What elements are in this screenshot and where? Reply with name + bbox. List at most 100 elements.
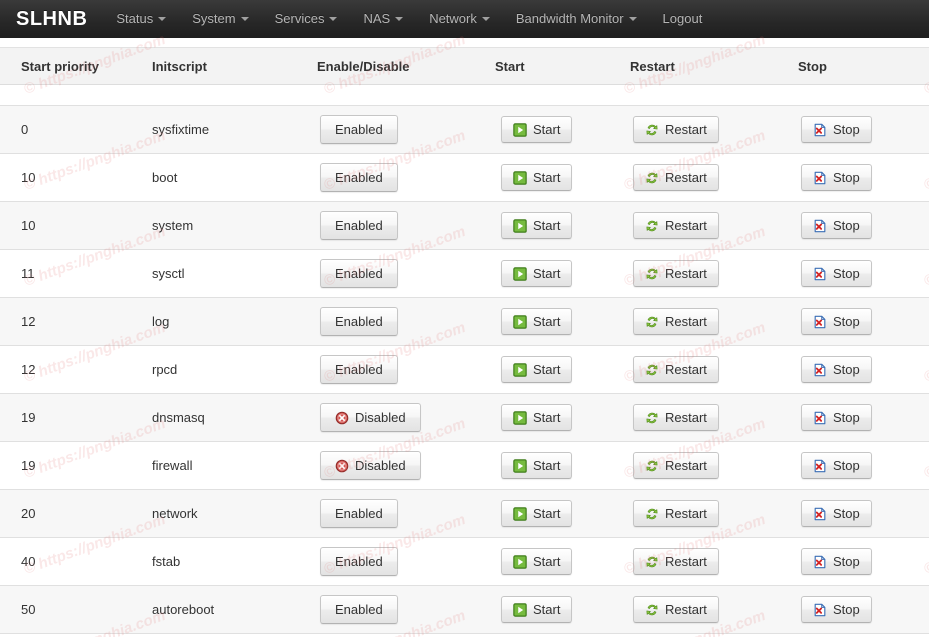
nav-item-services[interactable]: Services	[262, 0, 351, 38]
red-x-page-icon	[813, 411, 827, 425]
cell-start-priority: 19	[0, 393, 152, 442]
restart-button[interactable]: Restart	[633, 164, 719, 191]
enable-toggle-button[interactable]: Enabled	[320, 211, 398, 240]
state-label: Enabled	[335, 314, 383, 329]
table-row: 12 log Enabled Start Restart Stop	[0, 297, 929, 346]
green-refresh-icon	[645, 459, 659, 473]
red-x-page-icon	[813, 219, 827, 233]
cell-start-priority: 10	[0, 153, 152, 202]
restart-button[interactable]: Restart	[633, 452, 719, 479]
restart-button[interactable]: Restart	[633, 356, 719, 383]
enable-toggle-button[interactable]: Enabled	[320, 115, 398, 144]
stop-button[interactable]: Stop	[801, 308, 872, 335]
start-button[interactable]: Start	[501, 116, 573, 143]
restart-button[interactable]: Restart	[633, 500, 719, 527]
start-button[interactable]: Start	[501, 596, 573, 623]
disable-toggle-button[interactable]: Disabled	[320, 451, 421, 480]
table-row: 40 fstab Enabled Start Restart Stop	[0, 537, 929, 586]
red-x-page-icon	[813, 363, 827, 377]
enable-toggle-button[interactable]: Enabled	[320, 355, 398, 384]
stop-button[interactable]: Stop	[801, 452, 872, 479]
start-label: Start	[533, 218, 561, 233]
enable-toggle-button[interactable]: Enabled	[320, 307, 398, 336]
restart-button[interactable]: Restart	[633, 260, 719, 287]
start-button[interactable]: Start	[501, 212, 573, 239]
cell-start-priority: 40	[0, 537, 152, 586]
cell-start-priority: 19	[0, 441, 152, 490]
restart-button[interactable]: Restart	[633, 596, 719, 623]
stop-button[interactable]: Stop	[801, 212, 872, 239]
start-button[interactable]: Start	[501, 164, 573, 191]
initscripts-table: Start priority Initscript Enable/Disable…	[0, 47, 929, 634]
cell-stop: Stop	[798, 585, 929, 634]
restart-button[interactable]: Restart	[633, 308, 719, 335]
brand-logo[interactable]: SLHNB	[12, 0, 103, 38]
nav-item-bandwidth-monitor[interactable]: Bandwidth Monitor	[503, 0, 650, 38]
stop-button[interactable]: Stop	[801, 548, 872, 575]
enable-toggle-button[interactable]: Enabled	[320, 499, 398, 528]
table-head: Start priority Initscript Enable/Disable…	[0, 47, 929, 85]
nav-item-status[interactable]: Status	[103, 0, 179, 38]
start-button[interactable]: Start	[501, 500, 573, 527]
enable-toggle-button[interactable]: Enabled	[320, 259, 398, 288]
stop-button[interactable]: Stop	[801, 164, 872, 191]
cell-enable-disable: Enabled	[317, 297, 495, 346]
cell-start: Start	[495, 441, 630, 490]
nav-item-system[interactable]: System	[179, 0, 261, 38]
stop-button[interactable]: Stop	[801, 404, 872, 431]
cell-start: Start	[495, 249, 630, 298]
restart-button[interactable]: Restart	[633, 212, 719, 239]
stop-button[interactable]: Stop	[801, 596, 872, 623]
chevron-down-icon	[395, 17, 404, 21]
disable-toggle-button[interactable]: Disabled	[320, 403, 421, 432]
nav-item-label: Network	[429, 11, 477, 26]
cell-start: Start	[495, 297, 630, 346]
nav-item-logout[interactable]: Logout	[650, 0, 716, 38]
column-header-initscript: Initscript	[152, 47, 317, 85]
chevron-down-icon	[240, 17, 249, 21]
restart-button[interactable]: Restart	[633, 548, 719, 575]
restart-button[interactable]: Restart	[633, 404, 719, 431]
cell-restart: Restart	[630, 585, 798, 634]
start-button[interactable]: Start	[501, 260, 573, 287]
cell-initscript: firewall	[152, 441, 317, 490]
state-label: Enabled	[335, 122, 383, 137]
start-button[interactable]: Start	[501, 404, 573, 431]
stop-button[interactable]: Stop	[801, 260, 872, 287]
enable-toggle-button[interactable]: Enabled	[320, 163, 398, 192]
column-header-start: Start	[495, 47, 630, 85]
start-label: Start	[533, 314, 561, 329]
green-refresh-icon	[645, 267, 659, 281]
start-button[interactable]: Start	[501, 308, 573, 335]
stop-button[interactable]: Stop	[801, 356, 872, 383]
restart-button[interactable]: Restart	[633, 116, 719, 143]
cell-initscript: fstab	[152, 537, 317, 586]
page-root: SLHNB Status System Services NAS Network…	[0, 0, 929, 637]
cell-start: Start	[495, 489, 630, 538]
cell-stop: Stop	[798, 297, 929, 346]
start-button[interactable]: Start	[501, 548, 573, 575]
stop-label: Stop	[833, 362, 860, 377]
start-button[interactable]: Start	[501, 356, 573, 383]
green-play-icon	[513, 123, 527, 137]
start-button[interactable]: Start	[501, 452, 573, 479]
nav-item-nas[interactable]: NAS	[350, 0, 416, 38]
chevron-down-icon	[158, 17, 167, 21]
restart-label: Restart	[665, 122, 707, 137]
start-label: Start	[533, 362, 561, 377]
nav-menu: Status System Services NAS Network Bandw…	[103, 0, 715, 38]
enable-toggle-button[interactable]: Enabled	[320, 547, 398, 576]
start-label: Start	[533, 122, 561, 137]
cell-start-priority: 20	[0, 489, 152, 538]
stop-button[interactable]: Stop	[801, 116, 872, 143]
green-refresh-icon	[645, 603, 659, 617]
green-refresh-icon	[645, 555, 659, 569]
cell-enable-disable: Enabled	[317, 345, 495, 394]
table-spacer-row	[0, 84, 929, 106]
state-label: Enabled	[335, 218, 383, 233]
enable-toggle-button[interactable]: Enabled	[320, 595, 398, 624]
nav-item-network[interactable]: Network	[416, 0, 503, 38]
stop-label: Stop	[833, 458, 860, 473]
restart-label: Restart	[665, 218, 707, 233]
stop-button[interactable]: Stop	[801, 500, 872, 527]
